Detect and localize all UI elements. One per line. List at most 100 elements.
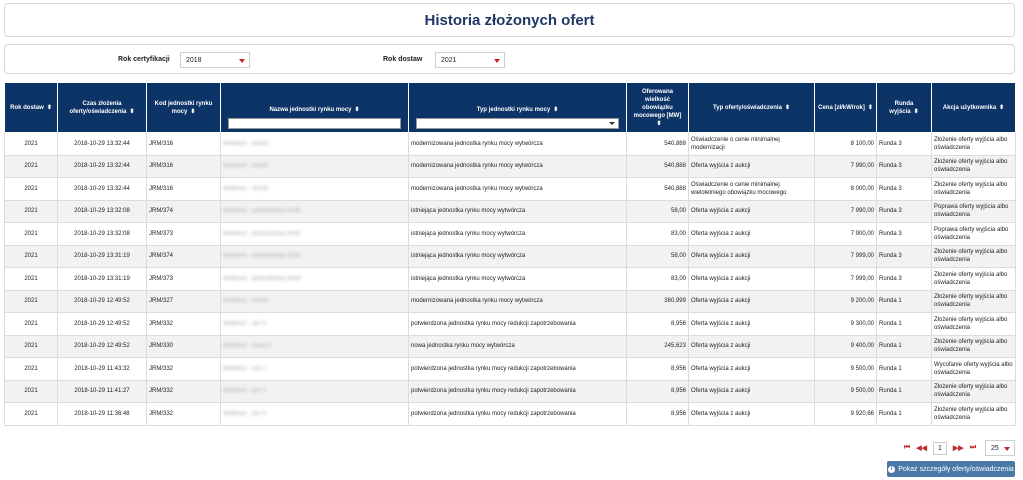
cell-price: 7 990,00 [814, 154, 877, 178]
table-row[interactable]: 2021 2018-10-29 13:32:08 JRM/374 Wielkość -… [4, 199, 1016, 223]
name-filter-input[interactable] [227, 118, 402, 129]
title-card: Historia złożonych ofert [4, 3, 1015, 37]
table-row[interactable]: 2021 2018-10-29 12:49:52 JRM/330 Wielkość -… [4, 334, 1016, 358]
table-row[interactable]: 2021 2018-10-29 13:32:44 JRM/316 Wielkość -… [4, 132, 1016, 156]
table-row[interactable]: 2021 2018-10-29 13:31:19 JRM/374 Wielkość -… [4, 244, 1016, 268]
cell-round: Runda 1 [876, 334, 932, 358]
info-icon: i [888, 465, 896, 473]
cell-code: JRM/332 [146, 379, 221, 403]
cell-mw: 83,00 [626, 222, 689, 246]
cell-name: Wielkość - dsr 0 [220, 357, 409, 381]
cell-round: Runda 3 [876, 267, 932, 291]
col-header-year[interactable]: Rok dostaw ⬍ [4, 82, 58, 133]
next-page-icon[interactable]: ▶▶ [953, 444, 964, 452]
cell-action: Złożenie oferty wyjścia albo oświadczeni… [931, 379, 1016, 403]
cell-mw: 8,956 [626, 379, 689, 403]
cell-time: 2018-10-29 13:32:08 [57, 199, 147, 223]
page-size-select[interactable]: 25 [985, 440, 1015, 456]
table-row[interactable]: 2021 2018-10-29 11:36:48 JRM/332 Wielkość -… [4, 402, 1016, 426]
cell-year: 2021 [4, 334, 58, 358]
first-page-icon[interactable]: ⏮ [904, 444, 910, 452]
cell-action: Złożenie oferty wyjścia albo oświadczeni… [931, 289, 1016, 313]
col-header-round[interactable]: Runda wyjścia ⬍ [876, 82, 932, 133]
table-row[interactable]: 2021 2018-10-29 13:31:19 JRM/373 Wielkość -… [4, 267, 1016, 291]
cell-price: 9 300,00 [814, 312, 877, 336]
table-row[interactable]: 2021 2018-10-29 13:32:08 JRM/373 Wielkość -… [4, 222, 1016, 246]
col-header-mw[interactable]: Oferowana wielkość obowiązku mocowego [M… [626, 82, 689, 133]
col-header-time[interactable]: Czas złożenia oferty/oświadczenia ⬍ [57, 82, 147, 133]
cell-name: Wielkość - wrzek [220, 177, 409, 201]
pagination: ⏮ ◀◀ 1 ▶▶ ⏭ 25 [901, 440, 1015, 456]
last-page-icon[interactable]: ⏭ [970, 444, 976, 452]
col-header-type[interactable]: Typ jednostki rynku mocy ⬍ [408, 82, 627, 133]
cell-name: Wielkość - jednostkowy RRM [220, 222, 409, 246]
table-row[interactable]: 2021 2018-10-29 13:32:44 JRM/316 Wielkość -… [4, 154, 1016, 178]
prev-page-icon[interactable]: ◀◀ [916, 444, 927, 452]
col-header-name[interactable]: Nazwa jednostki rynku mocy ⬍ [220, 82, 409, 133]
cell-time: 2018-10-29 13:32:08 [57, 222, 147, 246]
cell-offer: Oferta wyjścia z aukcji [688, 244, 815, 268]
cell-price: 7 900,00 [814, 222, 877, 246]
table-row[interactable]: 2021 2018-10-29 12:49:52 JRM/327 Wielkość -… [4, 289, 1016, 313]
cell-year: 2021 [4, 312, 58, 336]
cell-type: nowa jednostka rynku mocy wytwórcza [408, 334, 627, 358]
cell-offer: Oferta wyjścia z aukcji [688, 379, 815, 403]
redacted-name: Wielkość - dsr 0 [223, 410, 266, 417]
page-title: Historia złożonych ofert [424, 11, 595, 29]
cell-offer: Oferta wyjścia z aukcji [688, 312, 815, 336]
cell-offer: Oferta wyjścia z aukcji [688, 267, 815, 291]
cell-name: Wielkość - dsr 0 [220, 402, 409, 426]
col-header-price[interactable]: Cena [zł/kW/rok] ⬍ [814, 82, 877, 133]
cert-year-label: Rok certyfikacji [118, 56, 170, 63]
redacted-name: Wielkość - jednostkowy RRM [223, 275, 301, 282]
cell-mw: 540,888 [626, 154, 689, 178]
page-size-value: 25 [991, 445, 999, 452]
cell-name: Wielkość - wrzek [220, 289, 409, 313]
cell-time: 2018-10-29 12:49:52 [57, 289, 147, 313]
type-filter-select[interactable] [416, 118, 619, 129]
cell-type: istniejąca jednostka rynku mocy wytwórcz… [408, 222, 627, 246]
cell-code: JRM/332 [146, 357, 221, 381]
table-row[interactable]: 2021 2018-10-29 11:41:27 JRM/332 Wielkość -… [4, 379, 1016, 403]
chevron-down-icon [239, 59, 245, 63]
cell-code: JRM/374 [146, 244, 221, 268]
cell-name: Wielkość - wrzek [220, 154, 409, 178]
cell-price: 9 500,00 [814, 379, 877, 403]
cell-year: 2021 [4, 154, 58, 178]
cell-round: Runda 3 [876, 132, 932, 156]
cell-name: Wielkość - nowy 0 [220, 334, 409, 358]
cell-type: potwierdzona jednostka rynku mocy redukc… [408, 312, 627, 336]
cell-year: 2021 [4, 177, 58, 201]
cell-type: istniejąca jednostka rynku mocy wytwórcz… [408, 244, 627, 268]
cell-price: 7 999,00 [814, 244, 877, 268]
cell-code: JRM/330 [146, 334, 221, 358]
offers-table: Rok dostaw ⬍ Czas złożenia oferty/oświadc… [4, 82, 1016, 426]
cell-year: 2021 [4, 199, 58, 223]
redacted-name: Wielkość - jednostkowy RRM [223, 253, 301, 260]
current-page-number[interactable]: 1 [933, 441, 947, 455]
cell-time: 2018-10-29 13:32:44 [57, 154, 147, 178]
cert-year-select[interactable]: 2018 [180, 52, 250, 68]
table-row[interactable]: 2021 2018-10-29 13:32:44 JRM/316 Wielkość -… [4, 177, 1016, 201]
cell-round: Runda 3 [876, 244, 932, 268]
table-row[interactable]: 2021 2018-10-29 11:43:32 JRM/332 Wielkość -… [4, 357, 1016, 381]
show-details-label: Pokaż szczegóły oferty/oświadczenia [898, 465, 1014, 473]
col-header-code[interactable]: Kod jednostki rynku mocy ⬍ [146, 82, 221, 133]
cell-round: Runda 1 [876, 402, 932, 426]
cell-name: Wielkość - dsr 0 [220, 312, 409, 336]
redacted-name: Wielkość - dsr 0 [223, 388, 266, 395]
cell-name: Wielkość - jednostkowy RRM [220, 267, 409, 291]
cell-time: 2018-10-29 11:43:32 [57, 357, 147, 381]
redacted-name: Wielkość - wrzek [223, 163, 269, 170]
cell-code: JRM/332 [146, 402, 221, 426]
delivery-year-select[interactable]: 2021 [435, 52, 505, 68]
col-header-offer-type[interactable]: Typ oferty/oświadczenia ⬍ [688, 82, 815, 133]
cell-offer: Oferta wyjścia z aukcji [688, 402, 815, 426]
table-row[interactable]: 2021 2018-10-29 12:49:52 JRM/332 Wielkość -… [4, 312, 1016, 336]
cell-type: istniejąca jednostka rynku mocy wytwórcz… [408, 199, 627, 223]
col-header-action[interactable]: Akcja użytkownika ⬍ [931, 82, 1016, 133]
cell-offer: Oferta wyjścia z aukcji [688, 357, 815, 381]
cert-year-value: 2018 [186, 57, 202, 64]
cell-type: istniejąca jednostka rynku mocy wytwórcz… [408, 267, 627, 291]
show-details-button[interactable]: i Pokaż szczegóły oferty/oświadczenia [887, 461, 1015, 477]
